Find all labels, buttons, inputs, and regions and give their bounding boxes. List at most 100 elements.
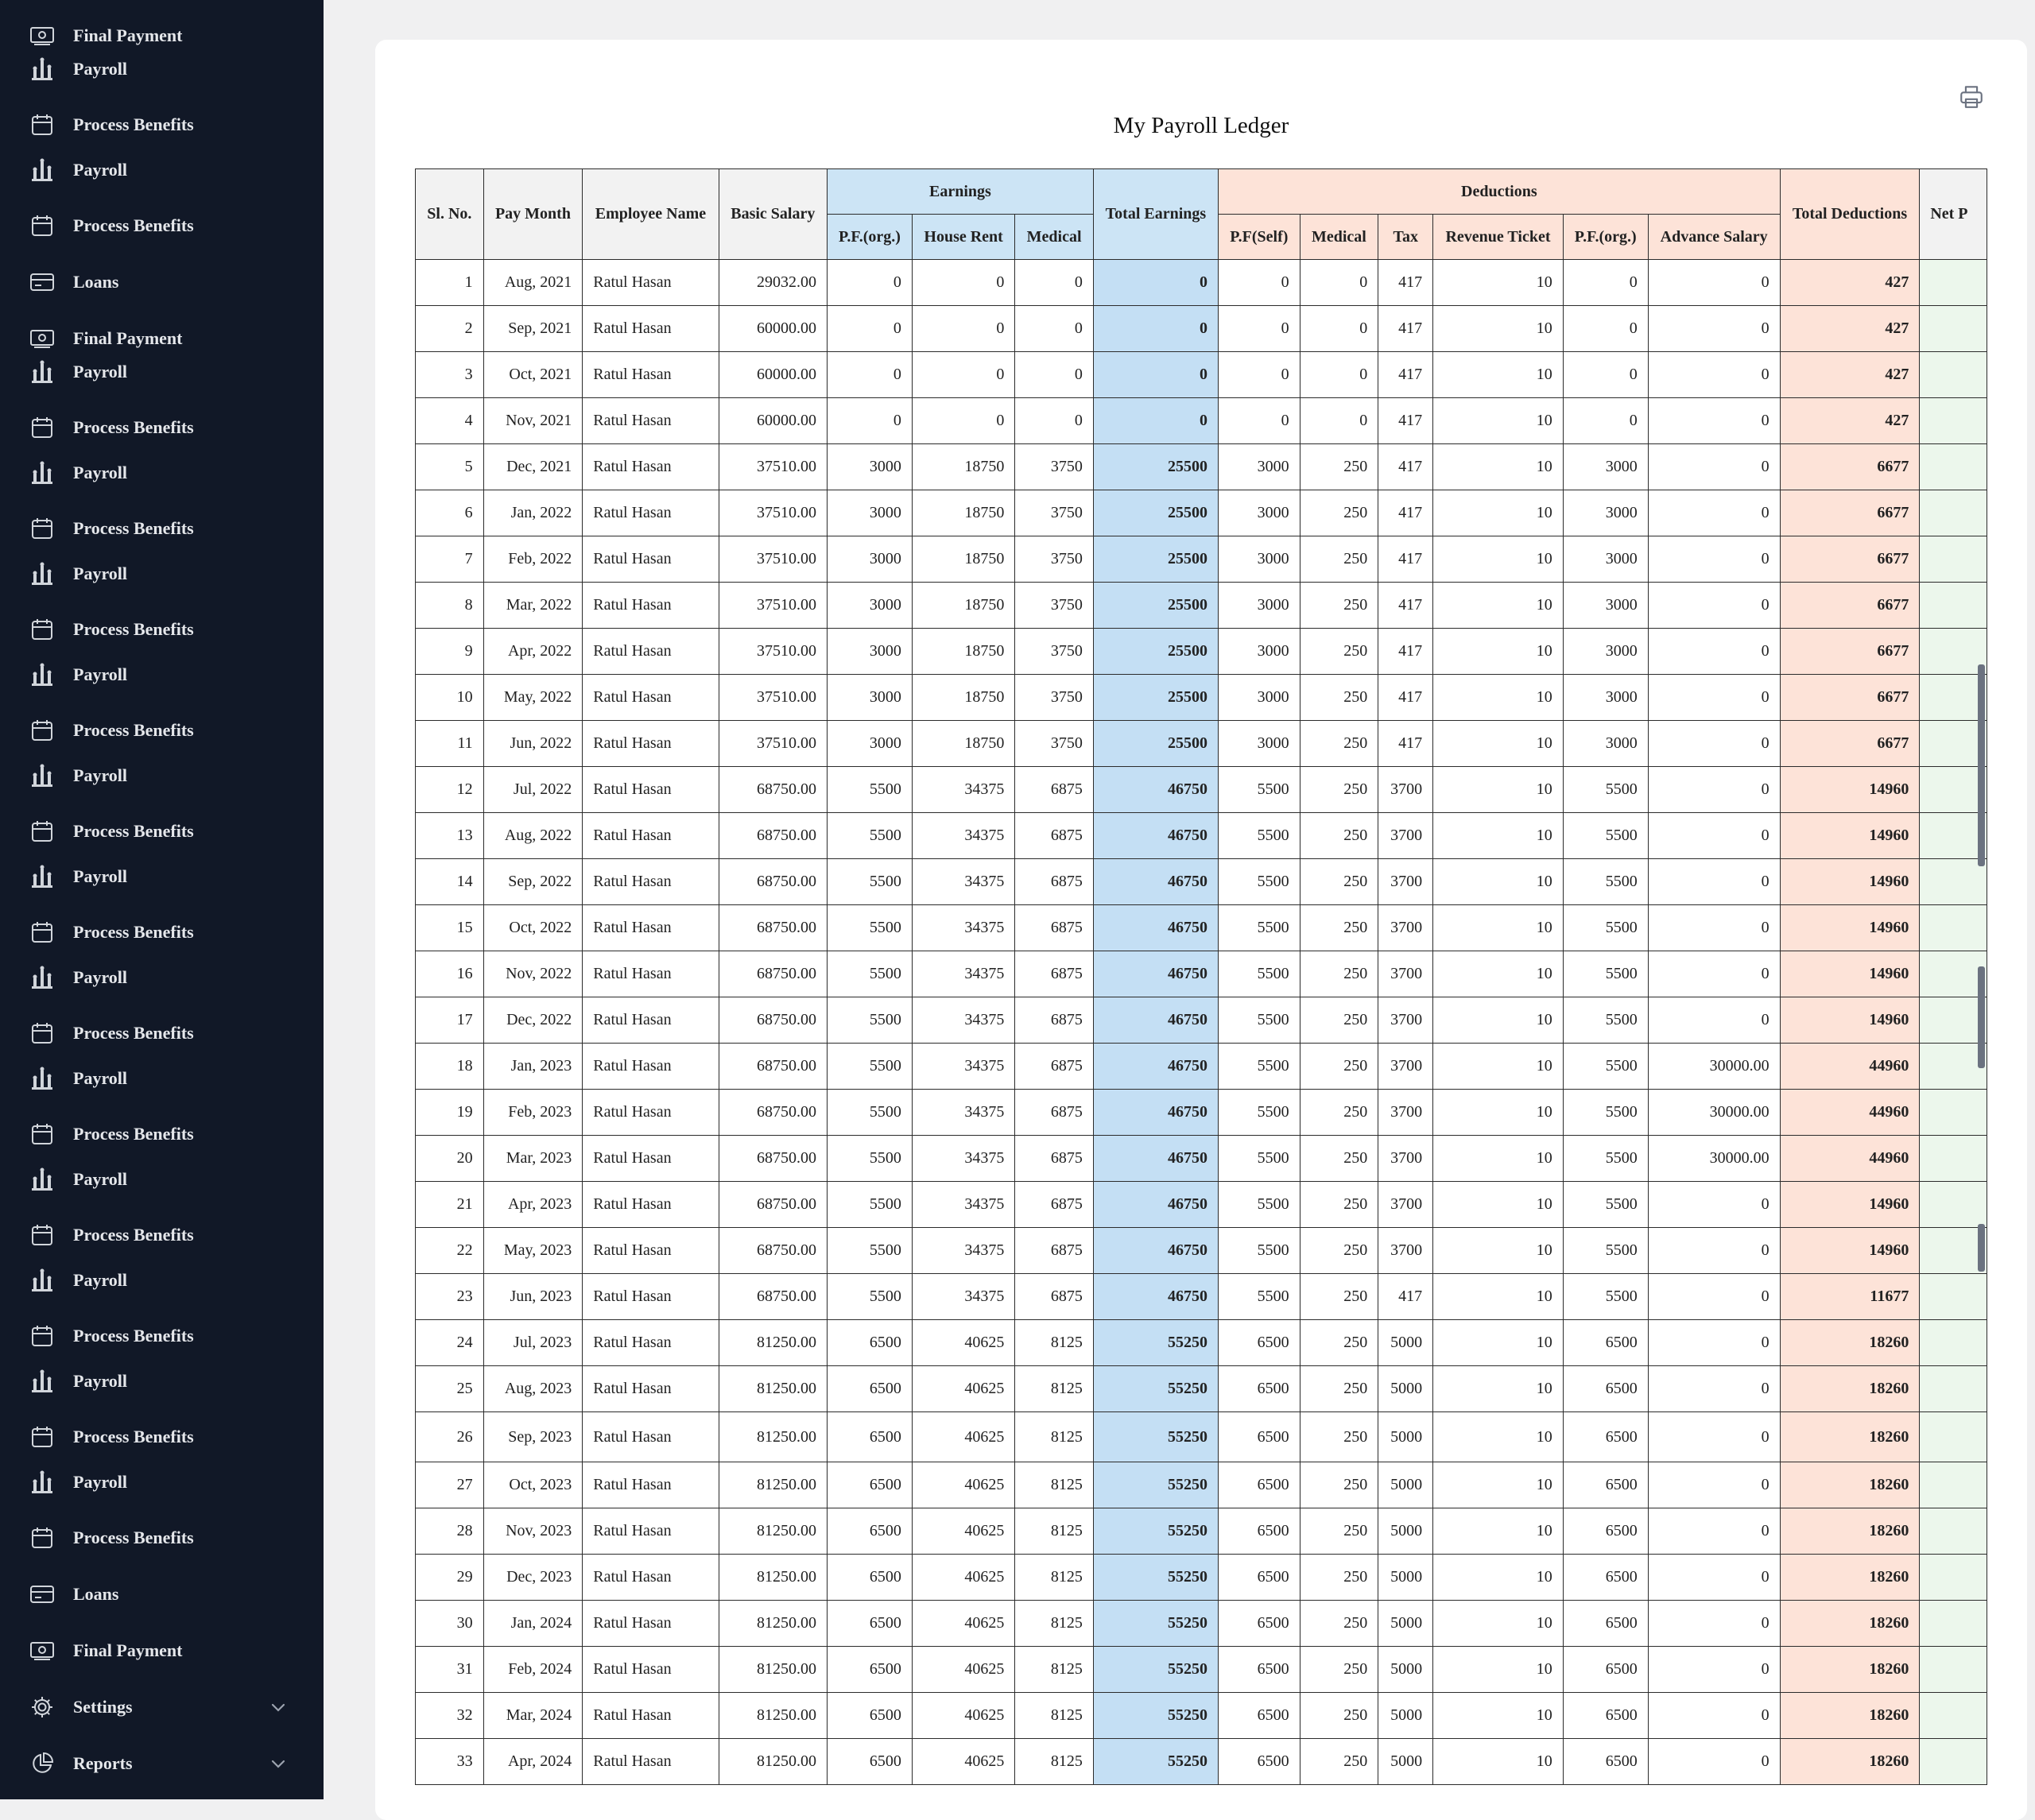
print-button[interactable]	[1956, 81, 1987, 113]
cell-earn-medical: 6875	[1014, 904, 1094, 951]
calendar-icon	[29, 516, 56, 541]
sidebar-item-loans[interactable]: Loans	[0, 1578, 324, 1610]
sidebar-item-payroll[interactable]: Payroll	[0, 1264, 324, 1296]
chevron-down-icon[interactable]	[269, 1698, 288, 1717]
cell-employee-name: Ratul Hasan	[582, 1462, 719, 1508]
table-row: 20 Mar, 2023 Ratul Hasan 68750.00 5500 34375 6…	[415, 1135, 1987, 1182]
sidebar-item-payroll[interactable]: Payroll	[0, 861, 324, 893]
sidebar-item-payroll[interactable]: Payroll	[0, 1063, 324, 1094]
sidebar-item-payroll[interactable]: Payroll	[0, 760, 324, 792]
sidebar-item-payroll[interactable]: Payroll	[0, 457, 324, 489]
cell-earn-pf-org: 5500	[826, 1227, 913, 1274]
sidebar-item-process-benefits[interactable]: Process Benefits	[0, 109, 324, 141]
sidebar-item-loans[interactable]: Loans	[0, 266, 324, 298]
sidebar-item-process-benefits[interactable]: Process Benefits	[0, 210, 324, 242]
cell-sl-no: 2	[415, 305, 484, 352]
cell-earn-house-rent: 34375	[911, 1181, 1016, 1228]
cell-total-deductions: 14960	[1779, 812, 1921, 859]
cell-ded-pf-org: 5500	[1562, 1273, 1649, 1320]
cell-ded-revenue-ticket: 10	[1432, 1043, 1564, 1090]
table-row: 33 Apr, 2024 Ratul Hasan 81250.00 6500 40625 8…	[415, 1738, 1987, 1785]
sidebar-item-payroll[interactable]: Payroll	[0, 558, 324, 590]
cell-total-deductions: 6677	[1779, 582, 1921, 629]
cell-sl-no: 19	[415, 1089, 484, 1136]
cell-ded-tax: 417	[1378, 490, 1434, 536]
table-row: 12 Jul, 2022 Ratul Hasan 68750.00 5500 34375 6…	[415, 766, 1987, 813]
cell-sl-no: 20	[415, 1135, 484, 1182]
sidebar-item-label: Reports	[73, 1753, 133, 1773]
cell-basic-salary: 68750.00	[718, 1227, 828, 1274]
sidebar-item-payroll[interactable]: Payroll	[0, 1466, 324, 1498]
cell-sl-no: 8	[415, 582, 484, 629]
cell-net-pay	[1919, 628, 1987, 675]
cell-ded-tax: 417	[1378, 628, 1434, 675]
cell-earn-pf-org: 3000	[826, 582, 913, 629]
cell-total-earnings: 46750	[1092, 1227, 1219, 1274]
cell-pay-month: Jul, 2023	[483, 1319, 583, 1366]
cell-pay-month: Aug, 2022	[483, 812, 583, 859]
sidebar-item-reports[interactable]: Reports	[0, 1748, 324, 1779]
scrollbar-thumb[interactable]	[1978, 664, 1985, 866]
cell-ded-tax: 5000	[1378, 1554, 1434, 1601]
sidebar-item-process-benefits[interactable]: Process Benefits	[0, 1118, 324, 1150]
cell-earn-pf-org: 6500	[826, 1319, 913, 1366]
sidebar-item-label: Payroll	[73, 967, 128, 987]
sidebar-item-payroll[interactable]: Payroll	[0, 659, 324, 691]
scrollbar-thumb[interactable]	[1978, 966, 1985, 1068]
sidebar-item-payroll[interactable]: Payroll	[0, 962, 324, 993]
sidebar-item-process-benefits[interactable]: Process Benefits	[0, 513, 324, 544]
sidebar-item-process-benefits[interactable]: Process Benefits	[0, 916, 324, 948]
cell-ded-medical: 250	[1299, 1646, 1379, 1693]
sidebar-item-process-benefits[interactable]: Process Benefits	[0, 1320, 324, 1352]
cell-ded-advance-salary: 0	[1647, 812, 1781, 859]
cell-earn-house-rent: 0	[911, 259, 1016, 306]
cell-sl-no: 6	[415, 490, 484, 536]
sidebar-item-settings[interactable]: Settings	[0, 1691, 324, 1723]
sidebar-item-process-benefits[interactable]: Process Benefits	[0, 1522, 324, 1554]
cell-ded-revenue-ticket: 10	[1432, 443, 1564, 490]
cell-employee-name: Ratul Hasan	[582, 1365, 719, 1412]
cell-sl-no: 27	[415, 1462, 484, 1508]
sidebar-item-final-payment[interactable]: Final Payment	[0, 323, 324, 354]
cell-ded-tax: 417	[1378, 1273, 1434, 1320]
sidebar-item-payroll[interactable]: Payroll	[0, 1164, 324, 1195]
cell-earn-medical: 8125	[1014, 1365, 1094, 1412]
cell-basic-salary: 68750.00	[718, 1089, 828, 1136]
sidebar-item-process-benefits[interactable]: Process Benefits	[0, 614, 324, 645]
cell-earn-medical: 3750	[1014, 443, 1094, 490]
sidebar-item-payroll[interactable]: Payroll	[0, 356, 324, 388]
sidebar-item-final-payment[interactable]: Final Payment	[0, 1635, 324, 1667]
sidebar-item-process-benefits[interactable]: Process Benefits	[0, 1421, 324, 1453]
cell-total-earnings: 46750	[1092, 766, 1219, 813]
printer-icon	[1960, 86, 1983, 108]
sidebar-item-process-benefits[interactable]: Process Benefits	[0, 1219, 324, 1251]
sidebar-item-process-benefits[interactable]: Process Benefits	[0, 1017, 324, 1049]
cell-ded-pf-org: 5500	[1562, 1135, 1649, 1182]
cell-ded-pf-org: 5500	[1562, 766, 1649, 813]
sidebar-item-process-benefits[interactable]: Process Benefits	[0, 412, 324, 443]
cell-earn-house-rent: 18750	[911, 443, 1016, 490]
cell-total-earnings: 55250	[1092, 1365, 1219, 1412]
cell-earn-house-rent: 40625	[911, 1600, 1016, 1647]
cell-ded-medical: 250	[1299, 443, 1379, 490]
cell-earn-house-rent: 34375	[911, 1089, 1016, 1136]
cell-ded-advance-salary: 0	[1647, 674, 1781, 721]
cell-ded-medical: 0	[1299, 305, 1379, 352]
table-row: 6 Jan, 2022 Ratul Hasan 37510.00 3000 18750 37…	[415, 490, 1987, 536]
sidebar-item-payroll[interactable]: Payroll	[0, 154, 324, 186]
cash-icon	[29, 1638, 56, 1663]
cell-ded-medical: 250	[1299, 674, 1379, 721]
chevron-down-icon[interactable]	[269, 1754, 288, 1773]
cell-ded-advance-salary: 30000.00	[1647, 1043, 1781, 1090]
sidebar-item-payroll[interactable]: Payroll	[0, 1365, 324, 1397]
sidebar-item-process-benefits[interactable]: Process Benefits	[0, 815, 324, 847]
sidebar-item-process-benefits[interactable]: Process Benefits	[0, 714, 324, 746]
scrollbar-thumb[interactable]	[1978, 1224, 1985, 1272]
sidebar: Final Payment Payroll Process Benefits Payr…	[0, 0, 324, 1799]
cell-ded-medical: 250	[1299, 1227, 1379, 1274]
sidebar-item-final-payment[interactable]: Final Payment	[0, 20, 324, 52]
cell-ded-pf-org: 5500	[1562, 858, 1649, 905]
sidebar-item-label: Process Benefits	[73, 1326, 194, 1346]
cell-total-earnings: 55250	[1092, 1600, 1219, 1647]
sidebar-item-payroll[interactable]: Payroll	[0, 53, 324, 85]
